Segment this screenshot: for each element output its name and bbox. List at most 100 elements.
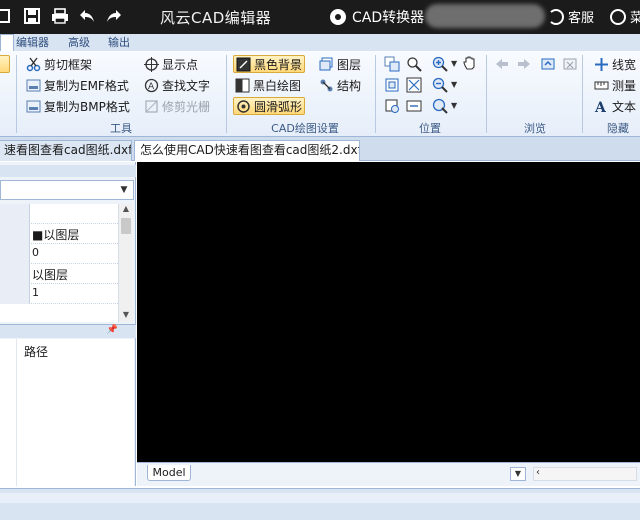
property-value: ■以图层 bbox=[32, 228, 80, 242]
menu-tab-output[interactable]: 输出 bbox=[102, 34, 136, 51]
crosshair-icon bbox=[144, 56, 159, 72]
property-key bbox=[0, 284, 30, 304]
pin-icon[interactable]: 📌 bbox=[107, 325, 118, 335]
document-tab-1[interactable]: 速看图查看cad图纸.dxf bbox=[0, 140, 132, 161]
canvas-footer: Model ▼ ‹ bbox=[137, 462, 640, 486]
property-row[interactable]: 0 bbox=[0, 244, 118, 264]
smooth-arc-button[interactable]: 圆滑弧形 bbox=[233, 97, 306, 115]
text-a-icon: A bbox=[594, 99, 609, 114]
column-divider bbox=[16, 339, 17, 486]
browse-group-label: 浏览 bbox=[524, 122, 546, 135]
print-icon[interactable] bbox=[50, 6, 70, 26]
tools-group-label: 工具 bbox=[110, 122, 132, 135]
position-group-label: 位置 bbox=[419, 122, 441, 135]
undo-icon[interactable] bbox=[77, 6, 97, 26]
structure-label: 结构 bbox=[337, 78, 362, 93]
zoom-in-icon[interactable] bbox=[432, 56, 448, 72]
horizontal-scrollbar[interactable]: ‹ bbox=[533, 467, 637, 481]
property-key bbox=[0, 244, 30, 264]
property-scrollbar[interactable]: ▲ ▼ bbox=[118, 204, 132, 322]
open-icon[interactable] bbox=[0, 6, 14, 26]
ribbon: 剪切框架 复制为EMF格式 复制为BMP格式 显示点 A 查找文字 修剪光栅 工… bbox=[0, 51, 640, 137]
text-button[interactable]: A 文本 bbox=[592, 97, 638, 115]
zoom-window-icon[interactable] bbox=[384, 56, 400, 72]
menu-tab-editor[interactable]: 编辑器 bbox=[10, 34, 55, 51]
fit-page-icon[interactable] bbox=[384, 77, 400, 93]
bw-drawing-button[interactable]: 黑白绘图 bbox=[233, 76, 303, 94]
layout-dropdown-icon[interactable]: ▼ bbox=[510, 467, 526, 481]
measure-button[interactable]: 测量 bbox=[592, 76, 638, 94]
show-points-label: 显示点 bbox=[162, 57, 199, 72]
service-icon bbox=[548, 8, 564, 25]
zoom-previous-icon[interactable] bbox=[384, 98, 400, 114]
layers-label: 图层 bbox=[337, 57, 362, 72]
svg-text:A: A bbox=[148, 82, 155, 92]
line-width-button[interactable]: 线宽 bbox=[592, 55, 638, 73]
bw-drawing-label: 黑白绘图 bbox=[253, 78, 302, 93]
find-text-label: 查找文字 bbox=[162, 78, 211, 93]
group-separator bbox=[226, 55, 227, 133]
drawing-canvas[interactable] bbox=[137, 162, 640, 462]
pan-hand-icon[interactable] bbox=[462, 55, 478, 71]
rotate-view-icon[interactable] bbox=[432, 98, 448, 114]
show-points-button[interactable]: 显示点 bbox=[142, 55, 200, 73]
group-separator bbox=[582, 55, 583, 133]
zoom-out-icon[interactable] bbox=[432, 77, 448, 93]
trim-raster-button: 修剪光栅 bbox=[142, 97, 212, 115]
property-row[interactable]: 以图层 bbox=[0, 264, 118, 284]
rotate-view-dropdown-icon[interactable]: ▼ bbox=[451, 101, 457, 110]
copy-bmp-button[interactable]: 复制为BMP格式 bbox=[24, 97, 132, 115]
customer-service-button[interactable]: 客服 bbox=[548, 7, 594, 26]
emf-icon bbox=[26, 78, 41, 93]
zoom-out-dropdown-icon[interactable]: ▼ bbox=[451, 80, 457, 89]
black-background-button[interactable]: 黑色背景 bbox=[233, 55, 306, 73]
measure-label: 测量 bbox=[612, 78, 637, 93]
property-key bbox=[0, 204, 30, 224]
text-label: 文本 bbox=[612, 99, 637, 114]
object-selector-combo[interactable]: ▼ bbox=[0, 180, 134, 200]
property-row bbox=[0, 204, 118, 224]
document-tab-1-title: 速看图查看cad图纸.dxf bbox=[4, 143, 132, 157]
layers-icon bbox=[319, 57, 334, 72]
status-bar bbox=[0, 488, 640, 520]
zoom-real-icon[interactable] bbox=[406, 98, 422, 114]
property-grid: ■以图层 0 以图层 1 bbox=[0, 204, 118, 322]
browse-close-icon bbox=[562, 56, 578, 72]
structure-button[interactable]: 结构 bbox=[317, 76, 363, 94]
scroll-thumb[interactable] bbox=[121, 218, 131, 234]
scroll-up-icon[interactable]: ▲ bbox=[119, 204, 133, 216]
zoom-in-region-icon[interactable] bbox=[406, 56, 422, 72]
property-value: 0 bbox=[32, 246, 39, 259]
model-tab[interactable]: Model bbox=[147, 465, 191, 481]
property-row[interactable]: 1 bbox=[0, 284, 118, 304]
scroll-down-icon[interactable]: ▼ bbox=[119, 310, 133, 322]
smooth-arc-label: 圆滑弧形 bbox=[254, 99, 303, 114]
document-tab-2[interactable]: 怎么使用CAD快速看图查看cad图纸2.dxf ✕ bbox=[134, 140, 360, 161]
group-separator bbox=[16, 55, 17, 133]
redo-icon[interactable] bbox=[104, 6, 124, 26]
layers-button[interactable]: 图层 bbox=[317, 55, 363, 73]
chevron-down-icon[interactable]: ▼ bbox=[118, 184, 130, 196]
copy-emf-button[interactable]: 复制为EMF格式 bbox=[24, 76, 131, 94]
hide-group-label: 隐藏 bbox=[607, 122, 629, 135]
previous-group-button[interactable] bbox=[0, 55, 10, 73]
menu-tab-advanced[interactable]: 高级 bbox=[62, 34, 96, 51]
property-row[interactable]: ■以图层 bbox=[0, 224, 118, 244]
browse-folder-icon[interactable] bbox=[540, 56, 556, 72]
trim-raster-label: 修剪光栅 bbox=[162, 99, 211, 114]
scroll-left-icon[interactable]: ‹ bbox=[536, 467, 540, 478]
copy-emf-label: 复制为EMF格式 bbox=[44, 78, 129, 93]
property-key bbox=[0, 264, 30, 284]
main-menu-button[interactable]: 菜 bbox=[610, 7, 640, 26]
line-width-label: 线宽 bbox=[612, 57, 637, 72]
bmp-icon bbox=[26, 99, 41, 114]
cad-converter-button[interactable]: CAD转换器 bbox=[330, 7, 424, 27]
group-separator bbox=[375, 55, 376, 133]
path-column-header: 路径 bbox=[24, 345, 49, 359]
find-text-icon: A bbox=[144, 78, 159, 93]
zoom-in-dropdown-icon[interactable]: ▼ bbox=[451, 59, 457, 68]
crop-frame-button[interactable]: 剪切框架 bbox=[24, 55, 94, 73]
find-text-button[interactable]: A 查找文字 bbox=[142, 76, 212, 94]
zoom-extents-icon[interactable] bbox=[406, 77, 422, 93]
save-icon[interactable] bbox=[22, 6, 42, 26]
